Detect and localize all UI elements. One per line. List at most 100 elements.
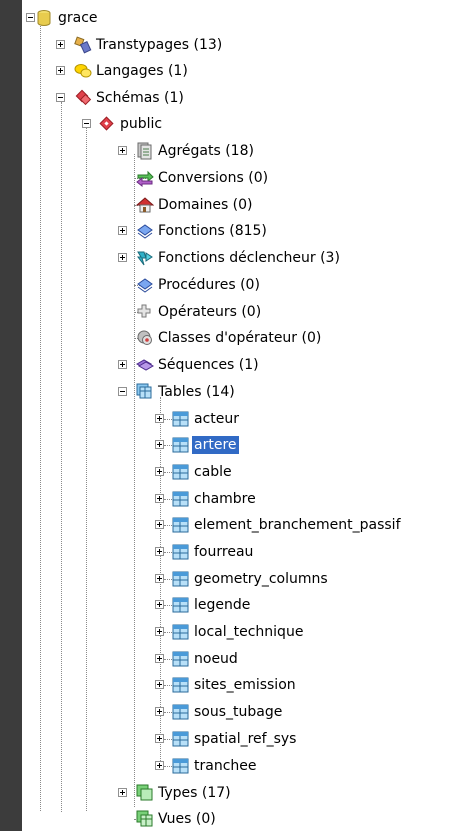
expand-toggle[interactable] [155,707,164,716]
tree-node-table-selected[interactable]: artere [22,432,450,458]
expand-toggle[interactable] [155,627,164,636]
tree-node-sequences[interactable]: Séquences (1) [22,352,450,378]
tree-node-classes-operateur[interactable]: Classes d'opérateur (0) [22,325,450,351]
tree-node-domaines[interactable]: Domaines (0) [22,192,450,218]
types-icon [136,784,153,801]
expand-toggle[interactable] [155,520,164,529]
tree-node-table[interactable]: cable [22,459,450,485]
expand-toggle[interactable] [155,574,164,583]
tree-node-table[interactable]: sites_emission [22,672,450,698]
tree-label: tranchee [194,758,257,774]
tree-label: fourreau [194,544,254,560]
expand-toggle[interactable] [118,360,127,369]
tree-label: public [120,116,163,132]
tree-label: Opérateurs (0) [158,304,262,320]
tree-label: spatial_ref_sys [194,731,297,747]
domain-icon [136,197,154,213]
tree-node-table[interactable]: spatial_ref_sys [22,726,450,752]
object-browser-tree[interactable]: grace Transtypages (13) Langages (1) Sch… [22,0,450,831]
tree-node-tables[interactable]: Tables (14) [22,379,450,405]
collapse-toggle[interactable] [56,93,65,102]
tree-node-langages[interactable]: Langages (1) [22,58,450,84]
tree-node-transtypages[interactable]: Transtypages (13) [22,32,450,58]
tree-node-table[interactable]: noeud [22,646,450,672]
tree-label: chambre [194,491,256,507]
tree-node-procedures[interactable]: Procédures (0) [22,272,450,298]
schemas-icon [75,89,92,106]
collapse-toggle[interactable] [26,13,35,22]
function-icon [137,224,153,239]
tree-node-fonctions[interactable]: Fonctions (815) [22,218,450,244]
procedure-icon [137,278,153,293]
expand-toggle[interactable] [118,146,127,155]
expand-toggle[interactable] [118,253,127,262]
operator-class-icon [137,330,152,345]
conversion-icon [136,170,154,187]
table-icon [172,411,189,427]
expand-toggle[interactable] [56,40,65,49]
table-icon [172,517,189,533]
expand-toggle[interactable] [155,467,164,476]
table-icon [172,624,189,640]
tree-label: grace [58,10,98,26]
expand-toggle[interactable] [155,600,164,609]
tree-label: noeud [194,651,238,667]
tree-node-fonctions-declencheur[interactable]: Fonctions déclencheur (3) [22,245,450,271]
tree-label: Procédures (0) [158,277,260,293]
expand-toggle[interactable] [118,788,127,797]
database-icon [37,10,51,26]
collapse-toggle[interactable] [118,387,127,396]
expand-toggle[interactable] [155,547,164,556]
collapse-toggle[interactable] [82,119,91,128]
expand-toggle[interactable] [118,226,127,235]
tree-label: Tables (14) [158,384,235,400]
tree-node-operateurs[interactable]: Opérateurs (0) [22,299,450,325]
tree-node-grace[interactable]: grace [22,5,450,31]
table-icon [172,758,189,774]
tree-label: Séquences (1) [158,357,259,373]
trigger-function-icon [137,251,153,266]
sequence-icon [136,359,154,371]
expand-toggle[interactable] [155,734,164,743]
expand-toggle[interactable] [155,761,164,770]
tree-label: Agrégats (18) [158,143,254,159]
expand-toggle[interactable] [155,654,164,663]
tree-node-table[interactable]: geometry_columns [22,566,450,592]
tree-node-public[interactable]: public [22,111,450,137]
tree-node-table[interactable]: chambre [22,486,450,512]
tree-label: Langages (1) [96,63,188,79]
table-icon [172,544,189,560]
tree-label: acteur [194,411,240,427]
tree-node-table[interactable]: element_branchement_passif [22,512,450,538]
expand-toggle[interactable] [155,680,164,689]
table-icon [172,704,189,720]
tree-node-table[interactable]: tranchee [22,753,450,779]
tree-label: Fonctions (815) [158,223,267,239]
expand-toggle[interactable] [155,414,164,423]
tree-node-table[interactable]: sous_tubage [22,699,450,725]
tree-label: legende [194,597,251,613]
expand-toggle[interactable] [56,66,65,75]
tree-node-vues[interactable]: Vues (0) [22,806,450,831]
tables-icon [136,383,152,399]
tree-label: sous_tubage [194,704,283,720]
expand-toggle[interactable] [155,440,164,449]
tree-node-schemas[interactable]: Schémas (1) [22,85,450,111]
tree-node-table[interactable]: fourreau [22,539,450,565]
table-icon [172,677,189,693]
views-icon [136,810,153,827]
tree-label: sites_emission [194,677,296,693]
tree-label-selected: artere [192,436,239,454]
tree-label: Transtypages (13) [96,37,223,53]
tree-node-agregats[interactable]: Agrégats (18) [22,138,450,164]
tree-node-types[interactable]: Types (17) [22,780,450,806]
tree-node-table[interactable]: local_technique [22,619,450,645]
table-icon [172,571,189,587]
tree-node-table[interactable]: acteur [22,406,450,432]
tree-node-conversions[interactable]: Conversions (0) [22,165,450,191]
tree-label: Vues (0) [158,811,216,827]
tree-label: Fonctions déclencheur (3) [158,250,340,266]
expand-toggle[interactable] [155,494,164,503]
tree-node-table[interactable]: legende [22,592,450,618]
table-icon [172,491,189,507]
